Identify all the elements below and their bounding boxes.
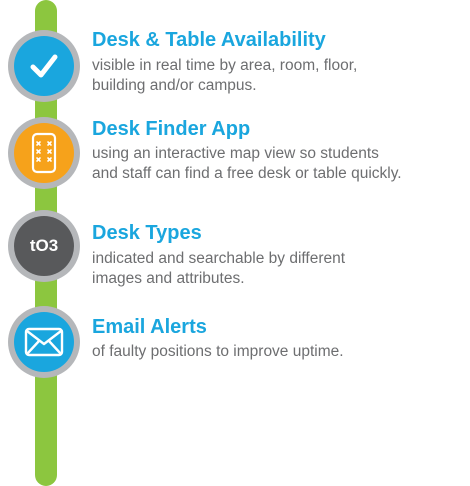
badge-ring [8,30,80,102]
description-line: using an interactive map view so student… [92,145,379,162]
description-line: visible in real time by area, room, floo… [92,57,358,74]
feature-title: Desk Types [92,222,202,244]
feature-title: Desk & Table Availability [92,29,326,51]
envelope-icon [14,312,74,372]
feature-description: visible in real time by area, room, floo… [92,56,470,96]
description-line: of faulty positions to improve uptime. [92,343,344,360]
description-line: indicated and searchable by different [92,250,346,267]
brand-logo-text: tO3 [29,236,59,255]
feature-description: of faulty positions to improve uptime. [92,342,470,362]
description-line: building and/or campus. [92,77,257,94]
badge-ring: tO3 [8,210,80,282]
feature-description: using an interactive map view so student… [92,144,470,184]
badge-ring [8,306,80,378]
brand-logo-icon: tO3 [14,216,74,276]
badge-ring [8,117,80,189]
description-line: images and attributes. [92,270,245,287]
description-line: and staff can find a free desk or table … [92,165,402,182]
feature-title: Desk Finder App [92,118,251,140]
feature-description: indicated and searchable by different im… [92,249,470,289]
feature-title: Email Alerts [92,316,207,338]
phone-app-icon [14,123,74,183]
checkmark-icon [14,36,74,96]
